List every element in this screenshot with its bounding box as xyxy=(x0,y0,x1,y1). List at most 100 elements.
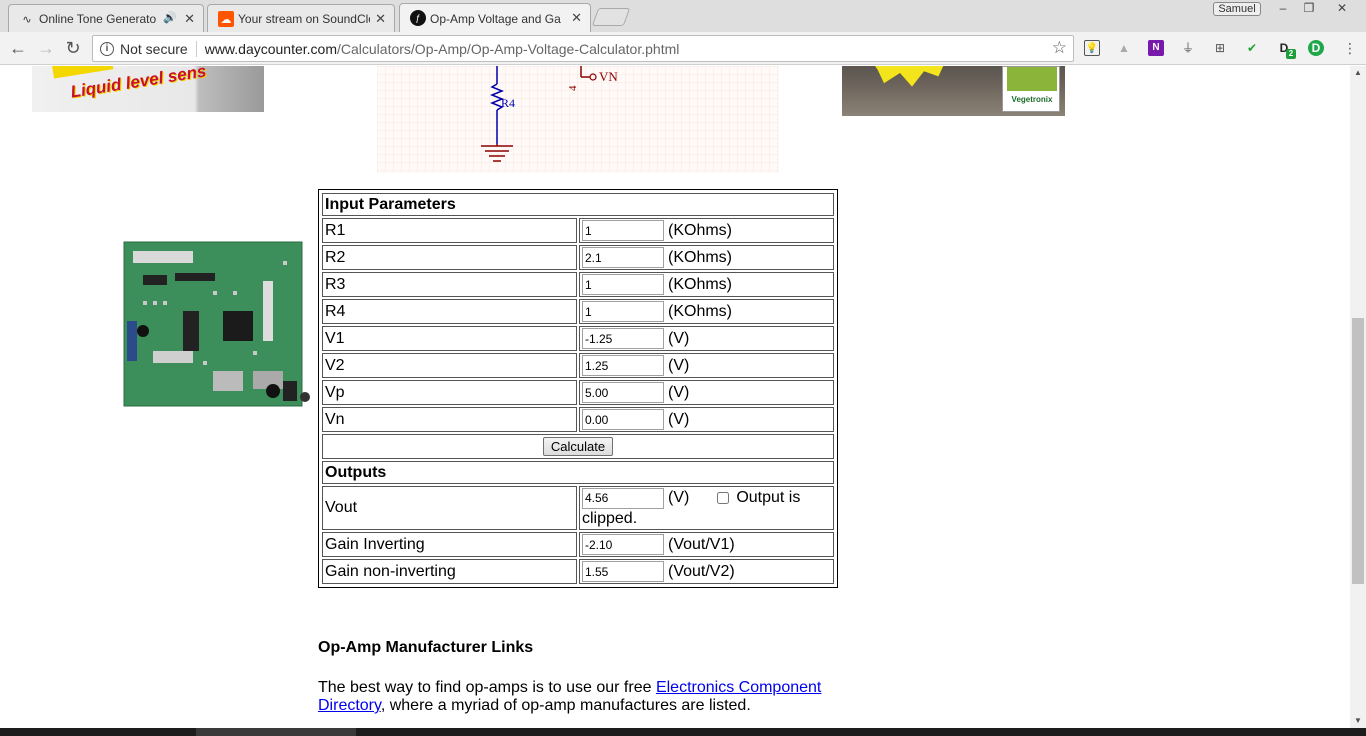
input-row-r4: R4 (KOhms) xyxy=(322,299,834,324)
url-path[interactable]: /Calculators/Op-Amp/Op-Amp-Voltage-Calcu… xyxy=(337,41,679,57)
extension-badge: 2 xyxy=(1286,49,1296,59)
speaker-icon[interactable]: 🔊 xyxy=(163,11,177,24)
tab-title: Your stream on SoundClo xyxy=(238,11,370,26)
gain-noninverting-output[interactable] xyxy=(582,561,664,582)
unit-label: (KOhms) xyxy=(668,275,732,293)
paragraph-text: The best way to find op-amps is to use o… xyxy=(318,679,656,696)
input-row-vp: Vp (V) xyxy=(322,380,834,405)
circuit-board-image[interactable] xyxy=(123,241,311,408)
calculate-cell: Calculate xyxy=(322,434,834,459)
output-label: Gain Inverting xyxy=(322,532,577,557)
output-row-gain-inverting: Gain Inverting (Vout/V1) xyxy=(322,532,834,557)
input-label: R2 xyxy=(322,245,577,270)
input-row-r1: R1 (KOhms) xyxy=(322,218,834,243)
unit-label: (V) xyxy=(668,489,690,507)
ad-burst-shape xyxy=(868,66,948,87)
address-bar[interactable]: i Not secure www.daycounter.com/Calculat… xyxy=(92,35,1074,62)
calculate-button[interactable]: Calculate xyxy=(542,437,614,456)
manufacturer-links-heading: Op-Amp Manufacturer Links xyxy=(318,639,534,656)
taskbar xyxy=(0,728,1366,736)
reload-icon[interactable]: ↻ xyxy=(62,37,84,59)
unit-label: (KOhms) xyxy=(668,221,732,239)
unit-label: (Vout/V1) xyxy=(668,535,735,553)
page-content: Liquid level sens R4 VN 4 Vegetronix Inp… xyxy=(0,66,1350,728)
daycounter-icon: ƒ xyxy=(410,10,426,26)
gain-inverting-output[interactable] xyxy=(582,534,664,555)
r4-input[interactable] xyxy=(582,301,664,322)
unit-label: (V) xyxy=(668,410,690,428)
pin-label: 4 xyxy=(567,85,579,91)
minimize-button[interactable]: ‒ xyxy=(1270,1,1296,17)
unit-label: (Vout/V2) xyxy=(668,562,735,580)
input-label: R4 xyxy=(322,299,577,324)
output-row-vout: Vout (V)Output is clipped. xyxy=(322,486,834,530)
output-clipped-checkbox[interactable] xyxy=(717,492,730,504)
calculator-form: Input Parameters R1 (KOhms) R2 (KOhms) R… xyxy=(318,189,838,588)
unit-label: (V) xyxy=(668,329,690,347)
onenote-extension-icon[interactable]: N xyxy=(1148,40,1164,56)
r1-input[interactable] xyxy=(582,220,664,241)
unit-label: (KOhms) xyxy=(668,302,732,320)
r2-input[interactable] xyxy=(582,247,664,268)
v2-input[interactable] xyxy=(582,355,664,376)
taskbar-item[interactable] xyxy=(196,728,356,736)
profile-button[interactable]: Samuel xyxy=(1213,2,1261,16)
outputs-header: Outputs xyxy=(322,461,834,484)
input-parameters-header: Input Parameters xyxy=(322,193,834,216)
unit-label: (V) xyxy=(668,383,690,401)
close-tab-icon[interactable]: ✕ xyxy=(184,11,195,27)
url-host[interactable]: www.daycounter.com xyxy=(205,41,337,57)
v1-input[interactable] xyxy=(582,328,664,349)
forward-icon[interactable]: → xyxy=(35,37,57,59)
node-label: VN xyxy=(599,69,618,84)
input-row-v2: V2 (V) xyxy=(322,353,834,378)
scrollbar-thumb[interactable] xyxy=(1352,318,1364,584)
tab-soundcloud[interactable]: ☁ Your stream on SoundClo ✕ xyxy=(207,4,395,32)
output-label: Gain non-inverting xyxy=(322,559,577,584)
tab-tone-generator[interactable]: ∿ Online Tone Generato 🔊 ✕ xyxy=(8,4,204,32)
close-tab-icon[interactable]: ✕ xyxy=(571,10,582,26)
vn-input[interactable] xyxy=(582,409,664,430)
liquid-level-sensor-ad[interactable]: Liquid level sens xyxy=(32,66,264,112)
input-label: R3 xyxy=(322,272,577,297)
back-icon[interactable]: ← xyxy=(7,37,29,59)
close-tab-icon[interactable]: ✕ xyxy=(375,11,386,27)
browser-toolbar: ← → ↻ i Not secure www.daycounter.com/Ca… xyxy=(0,32,1366,65)
plug-extension-icon[interactable]: ⏚ xyxy=(1180,40,1196,56)
drive-extension-icon[interactable]: ▲ xyxy=(1116,40,1132,56)
restore-button[interactable]: ❐ xyxy=(1296,1,1322,17)
grid-extension-icon[interactable]: ⊞ xyxy=(1212,40,1228,56)
vp-input[interactable] xyxy=(582,382,664,403)
close-window-button[interactable]: ✕ xyxy=(1322,1,1362,17)
soundcloud-icon: ☁ xyxy=(218,11,234,27)
menu-icon[interactable]: ⋮ xyxy=(1342,40,1358,56)
green-circle-extension-icon[interactable]: D xyxy=(1308,40,1324,56)
output-label: Vout xyxy=(322,486,577,530)
r3-input[interactable] xyxy=(582,274,664,295)
vout-output[interactable] xyxy=(582,487,664,509)
logo-text: Vegetronix xyxy=(1011,95,1053,104)
plant-icon xyxy=(1007,67,1057,91)
input-row-r3: R3 (KOhms) xyxy=(322,272,834,297)
info-icon[interactable]: i xyxy=(100,41,114,56)
checkmark-extension-icon[interactable]: ✔ xyxy=(1244,40,1260,56)
unit-label: (KOhms) xyxy=(668,248,732,266)
scroll-up-icon[interactable]: ▲ xyxy=(1350,66,1366,80)
tab-strip: ∿ Online Tone Generato 🔊 ✕ ☁ Your stream… xyxy=(0,0,1366,33)
bookmark-star-icon[interactable]: ☆ xyxy=(1052,38,1067,58)
lightbulb-extension-icon[interactable]: 💡 xyxy=(1084,40,1100,56)
page-scrollbar[interactable]: ▲ ▼ xyxy=(1350,66,1366,728)
input-label: Vp xyxy=(322,380,577,405)
input-row-v1: V1 (V) xyxy=(322,326,834,351)
input-label: V1 xyxy=(322,326,577,351)
tab-op-amp-calculator[interactable]: ƒ Op-Amp Voltage and Ga ✕ xyxy=(399,3,591,33)
input-label: R1 xyxy=(322,218,577,243)
d-extension-icon[interactable]: D2 xyxy=(1276,40,1296,59)
scroll-down-icon[interactable]: ▼ xyxy=(1350,714,1366,728)
vegetronix-logo: Vegetronix xyxy=(1002,66,1060,112)
vegetronix-ad[interactable]: Vegetronix xyxy=(842,66,1065,116)
input-label: Vn xyxy=(322,407,577,432)
new-tab-button[interactable] xyxy=(591,8,631,26)
security-label[interactable]: Not secure xyxy=(120,41,188,57)
manufacturer-links-paragraph: The best way to find op-amps is to use o… xyxy=(318,679,838,715)
